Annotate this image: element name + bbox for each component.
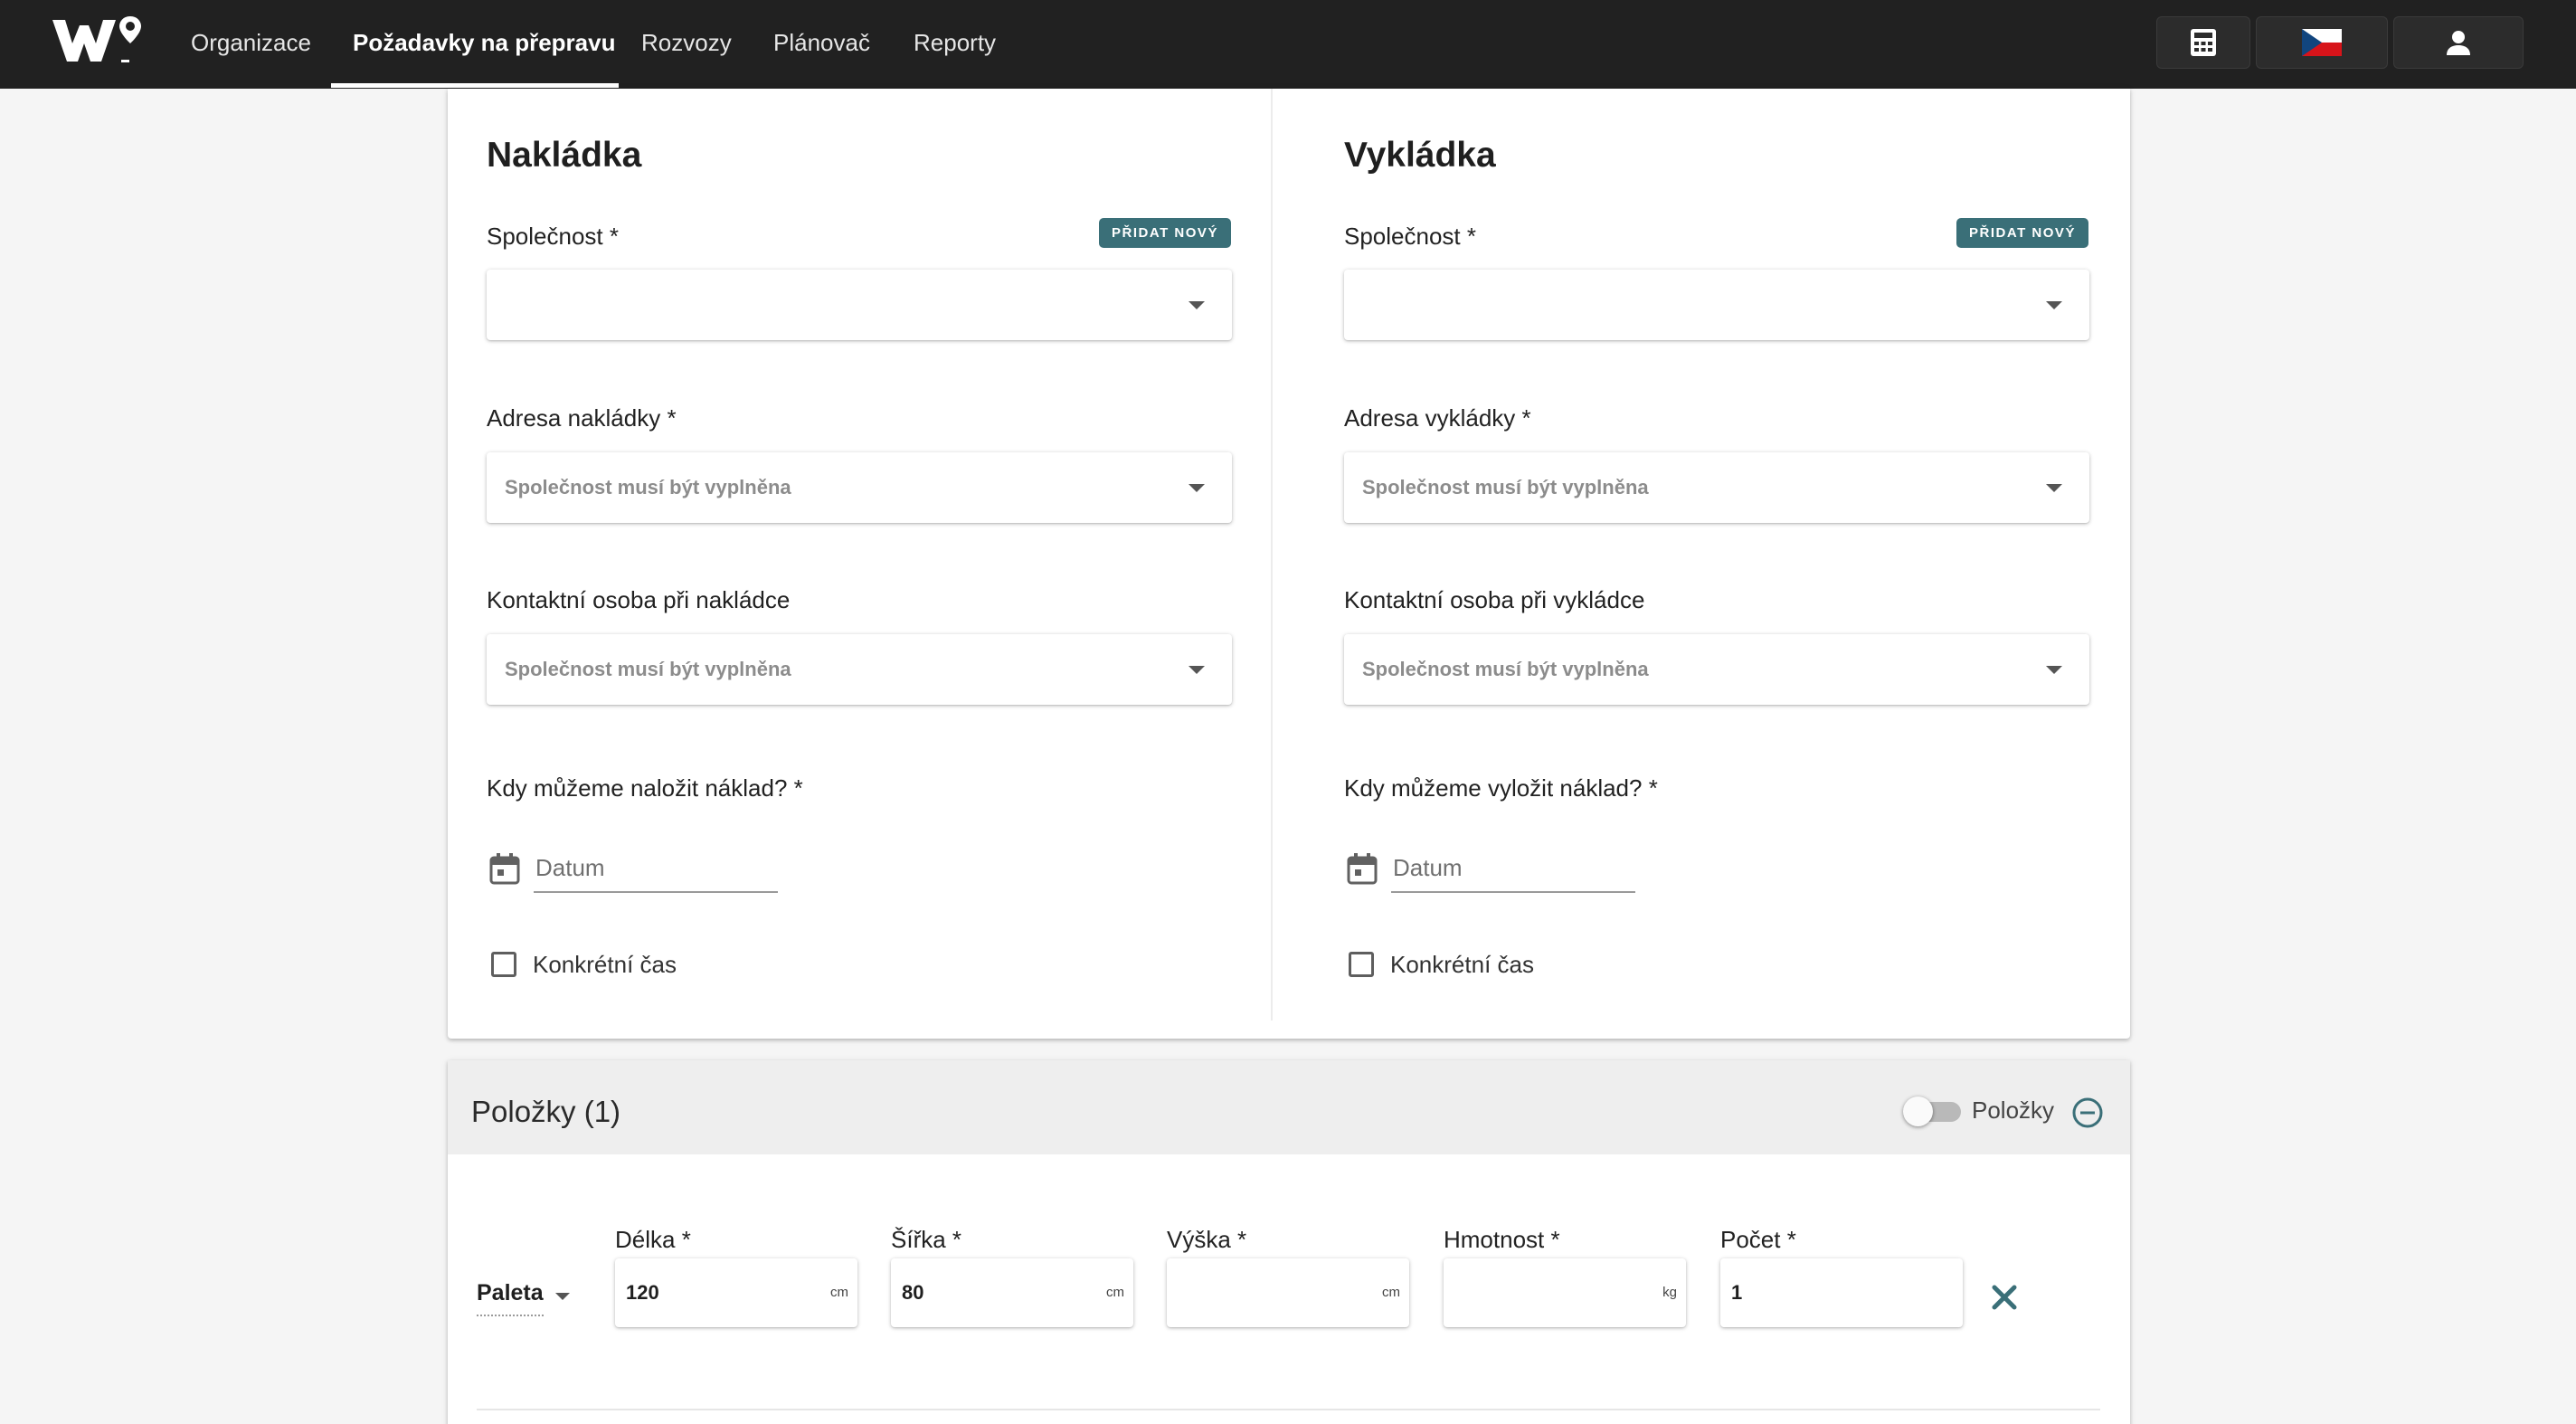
unloading-when-label: Kdy můžeme vyložit náklad? * — [1344, 774, 1658, 802]
chevron-down-icon — [1189, 666, 1205, 674]
czech-flag-icon — [2302, 29, 2342, 56]
length-input[interactable]: 120 cm — [615, 1258, 857, 1327]
item-row-divider — [477, 1409, 2100, 1410]
unloading-date-input[interactable] — [1391, 848, 1635, 888]
calendar-icon[interactable] — [489, 852, 520, 885]
length-label: Délka * — [615, 1226, 691, 1253]
loading-contact-label: Kontaktní osoba při nakládce — [487, 586, 791, 613]
loading-date-field[interactable] — [534, 848, 778, 893]
chevron-down-icon — [2046, 666, 2062, 674]
loading-company-select[interactable] — [487, 270, 1232, 340]
height-label: Výška * — [1167, 1226, 1247, 1253]
app-logo-icon[interactable] — [49, 13, 148, 67]
unloading-specific-time-checkbox[interactable] — [1349, 952, 1374, 977]
item-type-value: Paleta — [477, 1280, 544, 1305]
weight-input[interactable]: kg — [1444, 1258, 1686, 1327]
nav-item-planovac[interactable]: Plánovač — [773, 0, 870, 89]
unloading-contact-placeholder: Společnost musí být vyplněna — [1362, 658, 1649, 680]
unloading-specific-time-label[interactable]: Konkrétní čas — [1390, 951, 1534, 979]
item-type-underline — [477, 1315, 544, 1316]
unloading-add-company-button[interactable]: PŘIDAT NOVÝ — [1956, 218, 2088, 248]
calendar-icon[interactable] — [1347, 852, 1378, 885]
nav-item-rozvozy[interactable]: Rozvozy — [641, 0, 732, 89]
height-unit: cm — [1382, 1285, 1400, 1300]
nav-item-reporty[interactable]: Reporty — [914, 0, 996, 89]
length-value: 120 — [626, 1281, 659, 1304]
loading-date-input[interactable] — [534, 848, 778, 888]
length-unit: cm — [830, 1285, 848, 1300]
items-title: Položky (1) — [471, 1095, 621, 1128]
count-value: 1 — [1731, 1281, 1743, 1304]
unloading-address-select[interactable]: Společnost musí být vyplněna — [1344, 452, 2089, 523]
width-label: Šířka * — [891, 1226, 962, 1253]
loading-address-select[interactable]: Společnost musí být vyplněna — [487, 452, 1232, 523]
unloading-address-label: Adresa vykládky * — [1344, 404, 1531, 432]
loading-section-title: Nakládka — [487, 136, 642, 175]
item-type-select[interactable]: Paleta — [477, 1280, 576, 1316]
loading-unloading-card — [448, 89, 2130, 1039]
count-label: Počet * — [1720, 1226, 1796, 1253]
active-tab-indicator — [331, 83, 619, 88]
top-navigation-bar: Organizace Požadavky na přepravu Rozvozy… — [0, 0, 2576, 89]
remove-item-icon[interactable] — [1990, 1283, 2019, 1312]
unloading-contact-label: Kontaktní osoba při vykládce — [1344, 586, 1645, 613]
nav-item-pozadavky-na-prepravu[interactable]: Požadavky na přepravu — [353, 0, 615, 89]
language-button[interactable] — [2256, 16, 2388, 69]
unloading-contact-select[interactable]: Společnost musí být vyplněna — [1344, 634, 2089, 705]
loading-contact-placeholder: Společnost musí být vyplněna — [505, 658, 791, 680]
items-panel-header — [448, 1060, 2130, 1154]
unloading-company-label: Společnost * — [1344, 223, 1476, 250]
user-icon — [2447, 31, 2470, 55]
unloading-section-title: Vykládka — [1344, 136, 1496, 175]
loading-when-label: Kdy můžeme naložit náklad? * — [487, 774, 803, 802]
loading-specific-time-label[interactable]: Konkrétní čas — [533, 951, 677, 979]
items-toggle-knob[interactable] — [1903, 1096, 1933, 1126]
unloading-company-select[interactable] — [1344, 270, 2089, 340]
unloading-date-field[interactable] — [1391, 848, 1635, 893]
calculator-icon — [2191, 29, 2216, 56]
loading-company-label: Společnost * — [487, 223, 619, 250]
chevron-down-icon — [1189, 301, 1205, 309]
calculator-button[interactable] — [2156, 16, 2250, 69]
nav-item-organizace[interactable]: Organizace — [191, 0, 311, 89]
width-value: 80 — [902, 1281, 924, 1304]
chevron-down-icon — [2046, 484, 2062, 492]
unloading-address-placeholder: Společnost musí být vyplněna — [1362, 476, 1649, 498]
loading-specific-time-checkbox[interactable] — [491, 952, 516, 977]
width-unit: cm — [1106, 1285, 1124, 1300]
column-divider — [1271, 89, 1273, 1021]
count-input[interactable]: 1 — [1720, 1258, 1963, 1327]
chevron-down-icon — [2046, 301, 2062, 309]
loading-add-company-button[interactable]: PŘIDAT NOVÝ — [1099, 218, 1231, 248]
height-input[interactable]: cm — [1167, 1258, 1409, 1327]
collapse-minus-icon[interactable] — [2071, 1096, 2104, 1129]
chevron-down-icon — [1189, 484, 1205, 492]
chevron-down-icon — [555, 1293, 570, 1300]
loading-address-label: Adresa nakládky * — [487, 404, 677, 432]
weight-label: Hmotnost * — [1444, 1226, 1560, 1253]
loading-contact-select[interactable]: Společnost musí být vyplněna — [487, 634, 1232, 705]
width-input[interactable]: 80 cm — [891, 1258, 1133, 1327]
items-toggle-label: Položky — [1972, 1096, 2055, 1124]
user-menu-button[interactable] — [2393, 16, 2524, 69]
weight-unit: kg — [1662, 1285, 1677, 1300]
loading-address-placeholder: Společnost musí být vyplněna — [505, 476, 791, 498]
